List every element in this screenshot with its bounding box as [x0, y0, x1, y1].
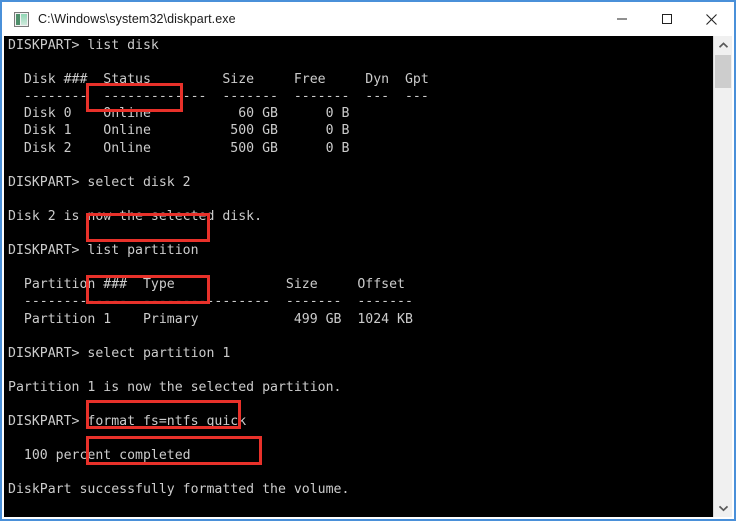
window-title: C:\Windows\system32\diskpart.exe — [38, 12, 236, 26]
scrollbar-thumb[interactable] — [715, 55, 731, 88]
minimize-button[interactable] — [599, 2, 644, 36]
maximize-button[interactable] — [644, 2, 689, 36]
vertical-scrollbar[interactable] — [713, 36, 732, 517]
title-bar[interactable]: C:\Windows\system32\diskpart.exe — [2, 2, 734, 36]
console-icon — [14, 11, 29, 27]
close-button[interactable] — [689, 2, 734, 36]
chevron-up-icon[interactable] — [714, 36, 732, 54]
console-text: DISKPART> list disk Disk ### Status Size… — [8, 38, 429, 517]
window-controls — [599, 2, 734, 36]
chevron-down-icon[interactable] — [714, 499, 732, 517]
diskpart-window: C:\Windows\system32\diskpart.exe DISKPAR… — [0, 0, 736, 521]
console-output-area[interactable]: DISKPART> list disk Disk ### Status Size… — [4, 36, 732, 517]
